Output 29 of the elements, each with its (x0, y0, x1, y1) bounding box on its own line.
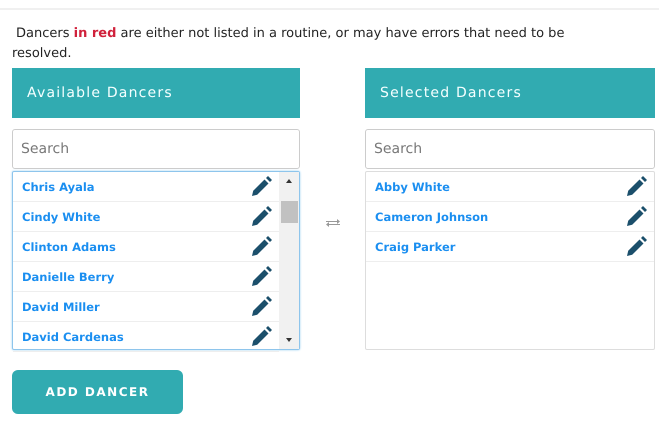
pencil-icon[interactable] (249, 204, 273, 228)
dancer-name[interactable]: Danielle Berry (22, 270, 114, 284)
scroll-up-icon[interactable] (284, 177, 294, 185)
search-field[interactable]: Search (365, 129, 655, 169)
pencil-icon[interactable] (249, 234, 273, 258)
dancer-name[interactable]: Cindy White (22, 210, 100, 224)
pencil-icon[interactable] (249, 174, 273, 198)
scroll-down-icon[interactable] (284, 336, 294, 344)
panel-header: Available Dancers (12, 68, 300, 118)
search-field[interactable]: Search (12, 129, 300, 169)
swap-icon[interactable] (324, 218, 340, 228)
add-dancer-button[interactable]: ADD DANCER (12, 370, 183, 414)
dancer-name[interactable]: Clinton Adams (22, 240, 116, 254)
pencil-icon[interactable] (249, 294, 273, 318)
dancer-name[interactable]: Abby White (375, 180, 450, 194)
scroll-thumb[interactable] (280, 201, 298, 223)
dancer-name[interactable]: David Cardenas (22, 330, 124, 344)
dancer-name[interactable]: Cameron Johnson (375, 210, 488, 224)
dancer-name[interactable]: David Miller (22, 300, 100, 314)
scrollbar[interactable] (279, 172, 299, 349)
dancer-name[interactable]: Chris Ayala (22, 180, 95, 194)
notice-text: Dancers in red are either not listed in a routine, or may have errors that need to be resolved. (12, 25, 566, 63)
pencil-icon[interactable] (249, 324, 273, 348)
pencil-icon[interactable] (624, 234, 648, 258)
pencil-icon[interactable] (249, 264, 273, 288)
pencil-icon[interactable] (624, 204, 648, 228)
pencil-icon[interactable] (624, 174, 648, 198)
panel-header: Selected Dancers (365, 68, 655, 118)
dancer-name[interactable]: Craig Parker (375, 240, 456, 254)
